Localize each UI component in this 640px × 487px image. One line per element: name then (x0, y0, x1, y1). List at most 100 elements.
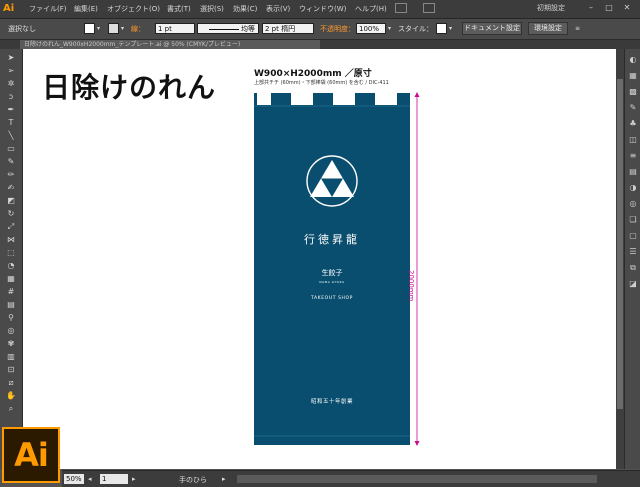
artboard-tool-icon[interactable]: ⊡ (6, 365, 16, 375)
bridge-icon[interactable] (395, 3, 407, 13)
blob-brush-tool-icon[interactable]: ✍ (6, 183, 16, 193)
document-setup-button[interactable]: ドキュメント設定 (462, 22, 522, 35)
scrollbar-thumb[interactable] (617, 79, 623, 409)
document-tabs: 日除けのれん_W900xH2000mm_テンプレート.ai @ 50% (CMY… (0, 40, 640, 49)
column-graph-tool-icon[interactable]: ▥ (6, 352, 16, 362)
mesh-tool-icon[interactable]: # (6, 287, 16, 297)
workspace-switcher[interactable]: 初期設定 (537, 3, 565, 13)
transform-icon[interactable]: ⧉ (628, 263, 638, 273)
rectangle-tool-icon[interactable]: ▭ (6, 144, 16, 154)
stroke-swatch[interactable] (108, 23, 119, 34)
lasso-tool-icon[interactable]: ↄ (6, 92, 16, 102)
chevron-down-icon[interactable]: ▾ (121, 24, 127, 33)
product-romaji: NAMA GYOZA (319, 280, 345, 284)
noren-banner[interactable]: 行徳昇龍 生餃子 NAMA GYOZA TAKEOUT SHOP 昭和五十年創業 (254, 93, 410, 445)
maximize-icon[interactable]: □ (604, 3, 614, 13)
next-artboard-icon[interactable]: ▸ (132, 475, 136, 483)
horizontal-scrollbar[interactable] (237, 475, 597, 483)
menu-view[interactable]: 表示(V) (266, 4, 290, 14)
eraser-tool-icon[interactable]: ◩ (6, 196, 16, 206)
free-transform-tool-icon[interactable]: ⬚ (6, 248, 16, 258)
paintbrush-tool-icon[interactable]: ✎ (6, 157, 16, 167)
artboards-icon[interactable]: ▢ (628, 231, 638, 241)
menu-edit[interactable]: 編集(E) (74, 4, 98, 14)
document-tab[interactable]: 日除けのれん_W900xH2000mm_テンプレート.ai @ 50% (CMY… (20, 40, 320, 49)
pen-tool-icon[interactable]: ✒ (6, 105, 16, 115)
artboard-number-field[interactable]: 1 (100, 474, 128, 484)
chevron-down-icon[interactable]: ▾ (449, 24, 455, 33)
layers-icon[interactable]: ❏ (628, 215, 638, 225)
color-panel-icon[interactable]: ◐ (628, 55, 638, 65)
gradient-tool-icon[interactable]: ▤ (6, 300, 16, 310)
zoom-field[interactable]: 50% (64, 474, 84, 484)
opacity-field[interactable]: 100% (356, 23, 386, 34)
appearance-icon[interactable]: ◎ (628, 199, 638, 209)
magic-wand-tool-icon[interactable]: ✲ (6, 79, 16, 89)
status-bar: 50% ◂ 1 ▸ 手のひら ▸ (62, 470, 640, 487)
preferences-button[interactable]: 環境設定 (528, 22, 568, 35)
direct-selection-tool-icon[interactable]: ➢ (6, 66, 16, 76)
arrange-documents-icon[interactable] (423, 3, 435, 13)
graphic-style-swatch[interactable] (436, 23, 447, 34)
line-tool-icon[interactable]: ╲ (6, 131, 16, 141)
size-note: 上部共チチ (60mm)・下部棒袋 (60mm) を含む / DIC-411 (254, 80, 389, 86)
stroke-icon[interactable]: ≡ (628, 151, 638, 161)
align-icon[interactable]: ☰ (628, 247, 638, 257)
perspective-grid-tool-icon[interactable]: ▦ (6, 274, 16, 284)
graphic-styles-icon[interactable]: ◫ (628, 135, 638, 145)
symbol-sprayer-tool-icon[interactable]: ✾ (6, 339, 16, 349)
opacity-label[interactable]: 不透明度： (320, 24, 355, 34)
scale-tool-icon[interactable]: ⤢ (6, 222, 16, 232)
shape-builder-tool-icon[interactable]: ◔ (6, 261, 16, 271)
swatches-icon[interactable]: ▩ (628, 87, 638, 97)
status-arrow-icon[interactable]: ▸ (222, 475, 226, 483)
menu-effect[interactable]: 効果(C) (233, 4, 257, 14)
eyedropper-tool-icon[interactable]: ⚲ (6, 313, 16, 323)
pencil-tool-icon[interactable]: ✏ (6, 170, 16, 180)
arrow-down-icon (414, 441, 420, 446)
current-tool-label: 手のひら (179, 476, 207, 484)
menu-bar: Ai ファイル(F) 編集(E) オブジェクト(O) 書式(T) 選択(S) 効… (0, 0, 640, 19)
close-icon[interactable]: ✕ (622, 3, 632, 13)
minimize-icon[interactable]: – (586, 3, 596, 13)
menu-type[interactable]: 書式(T) (167, 4, 191, 14)
tab-gap (375, 93, 397, 105)
transparency-icon[interactable]: ◑ (628, 183, 638, 193)
panel-menu-icon[interactable]: ≡ (575, 24, 581, 33)
slice-tool-icon[interactable]: ⧄ (6, 378, 16, 388)
tools-panel: ➤ ➢ ✲ ↄ ✒ T ╲ ▭ ✎ ✏ ✍ ◩ ↻ ⤢ ⋈ ⬚ ◔ ▦ # ▤ … (0, 49, 23, 469)
rotate-tool-icon[interactable]: ↻ (6, 209, 16, 219)
width-tool-icon[interactable]: ⋈ (6, 235, 16, 245)
tab-gap (291, 93, 313, 105)
style-label: スタイル： (398, 25, 433, 33)
first-artboard-icon[interactable]: ◂ (88, 475, 92, 483)
stroke-weight-field[interactable]: 1 pt (155, 23, 195, 34)
variable-width-profile[interactable]: 均等 (197, 23, 259, 34)
symbols-icon[interactable]: ♣ (628, 119, 638, 129)
arrow-up-icon (414, 92, 420, 97)
brushes-icon[interactable]: ✎ (628, 103, 638, 113)
pathfinder-icon[interactable]: ◪ (628, 279, 638, 289)
menu-file[interactable]: ファイル(F) (29, 4, 67, 14)
chevron-down-icon[interactable]: ▾ (388, 24, 394, 33)
menu-select[interactable]: 選択(S) (200, 4, 224, 14)
shop-name: 行徳昇龍 (304, 232, 360, 246)
selection-tool-icon[interactable]: ➤ (6, 53, 16, 63)
color-guide-icon[interactable]: ▦ (628, 71, 638, 81)
vertical-scrollbar[interactable] (616, 49, 624, 469)
menu-window[interactable]: ウィンドウ(W) (299, 4, 346, 14)
fill-swatch[interactable] (84, 23, 95, 34)
menu-help[interactable]: ヘルプ(H) (355, 4, 387, 14)
control-bar: 選択なし ▾ ▾ 線： 1 pt 均等 2 pt 楕円 不透明度： 100% ▾… (0, 19, 640, 40)
size-label: W900×H2000mm ／原寸 (254, 69, 372, 79)
stroke-label[interactable]: 線： (131, 24, 145, 34)
zoom-tool-icon[interactable]: ⌕ (6, 404, 16, 414)
menu-object[interactable]: オブジェクト(O) (107, 4, 160, 14)
blend-tool-icon[interactable]: ◎ (6, 326, 16, 336)
chevron-down-icon[interactable]: ▾ (97, 24, 103, 33)
panel-dock: ◐ ▦ ▩ ✎ ♣ ◫ ≡ ▤ ◑ ◎ ❏ ▢ ☰ ⧉ ◪ (624, 49, 640, 469)
brush-definition[interactable]: 2 pt 楕円 (262, 23, 314, 34)
type-tool-icon[interactable]: T (6, 118, 16, 128)
hand-tool-icon[interactable]: ✋ (6, 391, 16, 401)
gradient-icon[interactable]: ▤ (628, 167, 638, 177)
